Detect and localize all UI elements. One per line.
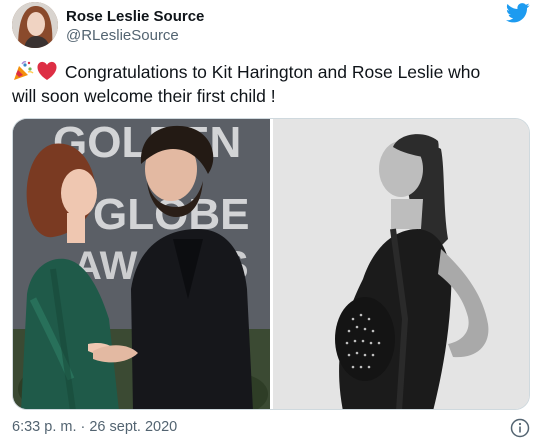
tweet-timestamp[interactable]: 6:33 p. m. · 26 sept. 2020 [12, 419, 177, 435]
photo-pregnancy-portrait[interactable] [273, 119, 530, 410]
tweet-text: Congratulations to Kit Harington and Ros… [12, 60, 534, 108]
media-grid: GOLDEN GLOBE AWARDS [12, 118, 530, 410]
tweet-text-line2: will soon welcome their first child ! [12, 86, 276, 106]
party-popper-icon [14, 61, 34, 80]
author-handle[interactable]: @RLeslieSource [66, 27, 179, 44]
info-icon[interactable] [510, 418, 530, 438]
twitter-bird-icon[interactable] [506, 3, 530, 23]
photo-couple-golden-globes[interactable]: GOLDEN GLOBE AWARDS [13, 119, 270, 410]
tweet-text-line1: Congratulations to Kit Harington and Ros… [64, 62, 481, 82]
red-heart-icon [37, 61, 57, 80]
author-name[interactable]: Rose Leslie Source [66, 8, 204, 25]
avatar[interactable] [12, 2, 58, 48]
